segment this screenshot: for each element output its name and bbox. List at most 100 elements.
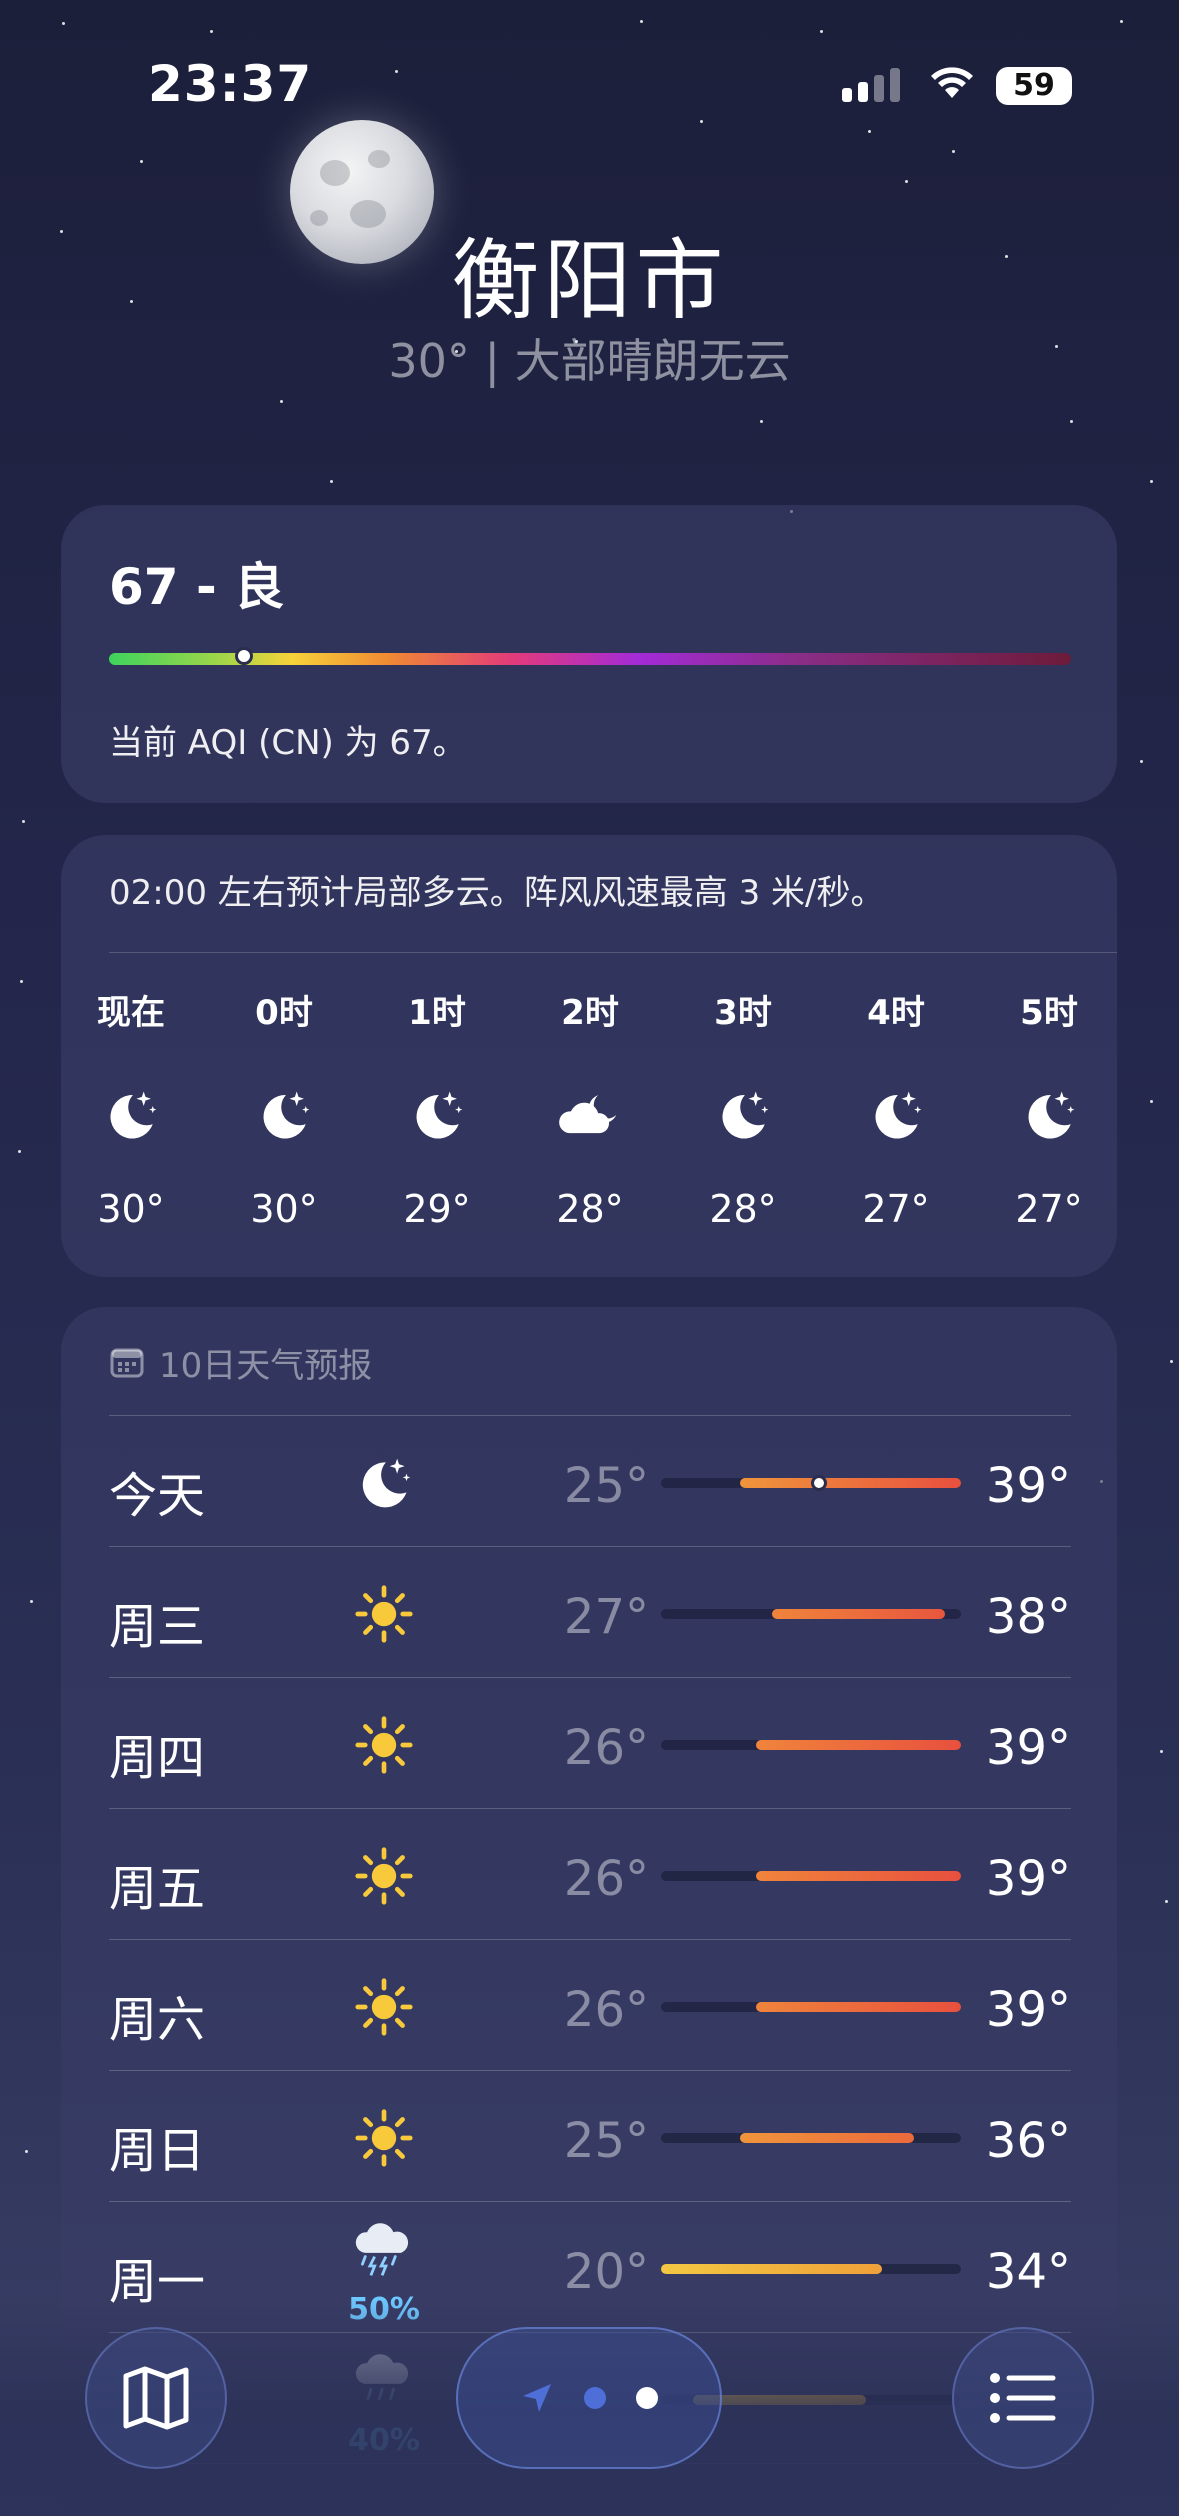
low-temp: 26°	[563, 1851, 649, 1907]
location-arrow-icon	[523, 2384, 551, 2412]
city-name: 衡阳市	[451, 229, 728, 332]
aqi-indicator-dot	[234, 647, 253, 665]
star	[1150, 1100, 1153, 1103]
star	[1160, 1750, 1163, 1753]
hour-label: 现在	[97, 993, 165, 1033]
high-temp: 34°	[985, 2244, 1071, 2300]
hourly-summary: 02:00 左右预计局部多云。阵风风速最高 3 米/秒。	[109, 873, 885, 913]
temp-range-fill	[755, 1740, 961, 1750]
current-condition: 30° | 大部晴朗无云	[388, 334, 791, 388]
aqi-scale-bar	[109, 653, 1071, 665]
temp-range-track	[661, 2002, 961, 2012]
high-temp: 39°	[985, 1720, 1071, 1776]
air-quality-card[interactable]: 67 - 良 当前 AQI (CN) 为 67。	[61, 505, 1117, 803]
current-temp-dot	[810, 1475, 827, 1491]
hour-temp: 30°	[250, 1187, 318, 1231]
temp-range-track	[661, 1475, 961, 1491]
ten-day-header: 10日天气预报	[109, 1337, 372, 1387]
star	[1070, 420, 1073, 423]
moon-stars-icon	[668, 1075, 818, 1155]
battery-indicator: 59	[996, 67, 1072, 105]
page-dot-active[interactable]	[636, 2387, 658, 2409]
temp-range-fill	[739, 2133, 914, 2143]
day-name: 周四	[109, 1730, 206, 1786]
day-row[interactable]: 周四 26° 39°	[109, 1678, 1071, 1809]
cloud-rain-bolt-icon	[349, 2216, 419, 2286]
sun-icon	[349, 1841, 419, 1911]
hour-temp: 30°	[97, 1187, 165, 1231]
temp-range-track	[661, 2264, 961, 2274]
day-row[interactable]: 周日 25° 36°	[109, 2071, 1071, 2202]
star	[905, 180, 908, 183]
low-temp: 26°	[563, 1720, 649, 1776]
divider	[109, 952, 1117, 953]
temp-range-track	[661, 1740, 961, 1750]
high-temp: 39°	[985, 1851, 1071, 1907]
day-row[interactable]: 周五 26° 39°	[109, 1809, 1071, 1940]
hour-label: 0时	[255, 993, 313, 1033]
hour-temp: 27°	[862, 1187, 930, 1231]
aqi-description: 当前 AQI (CN) 为 67。	[109, 723, 467, 763]
low-temp: 25°	[563, 1458, 649, 1514]
star	[20, 980, 23, 983]
city-list-button[interactable]	[952, 2327, 1094, 2469]
temp-range-fill	[755, 2002, 961, 2012]
day-name: 周六	[109, 1992, 206, 2048]
hour-temp: 29°	[403, 1187, 471, 1231]
hour-label: 4时	[867, 993, 925, 1033]
wifi-icon	[931, 67, 973, 98]
temp-range-fill	[771, 1609, 946, 1619]
hourly-item: 现在 30°	[56, 985, 206, 1231]
moon-stars-icon	[349, 1448, 419, 1518]
hour-temp: 28°	[556, 1187, 624, 1231]
day-row[interactable]: 周三 27° 38°	[109, 1547, 1071, 1678]
moon-stars-icon	[362, 1075, 512, 1155]
hourly-item: 0时 30°	[209, 985, 359, 1231]
temp-range-track	[661, 1871, 961, 1881]
aqi-value: 67 - 良	[109, 558, 285, 616]
day-row[interactable]: 今天 25° 39°	[109, 1416, 1071, 1547]
star	[1140, 760, 1143, 763]
temp-range-track	[661, 1609, 961, 1619]
low-temp: 20°	[563, 2244, 649, 2300]
star	[18, 1150, 21, 1153]
star	[1150, 480, 1153, 483]
map-button[interactable]	[85, 2327, 227, 2469]
hour-label: 2时	[561, 993, 619, 1033]
day-name: 周五	[109, 1861, 206, 1917]
high-temp: 36°	[985, 2113, 1071, 2169]
sun-icon	[349, 1579, 419, 1649]
star	[1165, 1900, 1168, 1903]
status-time: 23:37	[148, 55, 313, 113]
low-temp: 27°	[563, 1589, 649, 1645]
hour-temp: 28°	[709, 1187, 777, 1231]
calendar-icon	[110, 1348, 144, 1378]
day-row[interactable]: 周六 26° 39°	[109, 1940, 1071, 2071]
star	[25, 2150, 28, 2153]
page-dot[interactable]	[584, 2387, 606, 2409]
sun-icon	[349, 1710, 419, 1780]
list-icon	[990, 2373, 1056, 2423]
hourly-item: 3时 28°	[668, 985, 818, 1231]
hourly-item: 4时 27°	[821, 985, 971, 1231]
status-bar: 23:37 59	[0, 0, 1179, 150]
moon-stars-icon	[821, 1075, 971, 1155]
cloud-moon-icon	[515, 1075, 665, 1155]
moon-stars-icon	[209, 1075, 359, 1155]
low-temp: 26°	[563, 1982, 649, 2038]
star	[952, 150, 955, 153]
cellular-signal-icon	[842, 68, 900, 102]
map-icon	[123, 2366, 189, 2430]
hourly-forecast-card[interactable]: 02:00 左右预计局部多云。阵风风速最高 3 米/秒。 现在 30° 0时 3…	[61, 835, 1117, 1277]
hour-label: 1时	[408, 993, 466, 1033]
moon-stars-icon	[974, 1075, 1124, 1155]
star	[140, 160, 143, 163]
star	[760, 420, 763, 423]
star	[30, 1600, 33, 1603]
hourly-item: 2时 28°	[515, 985, 665, 1231]
sun-icon	[349, 2103, 419, 2173]
hourly-item: 1时 29°	[362, 985, 512, 1231]
temp-range-fill	[739, 1478, 961, 1488]
page-indicator[interactable]	[456, 2327, 722, 2469]
star	[22, 820, 25, 823]
